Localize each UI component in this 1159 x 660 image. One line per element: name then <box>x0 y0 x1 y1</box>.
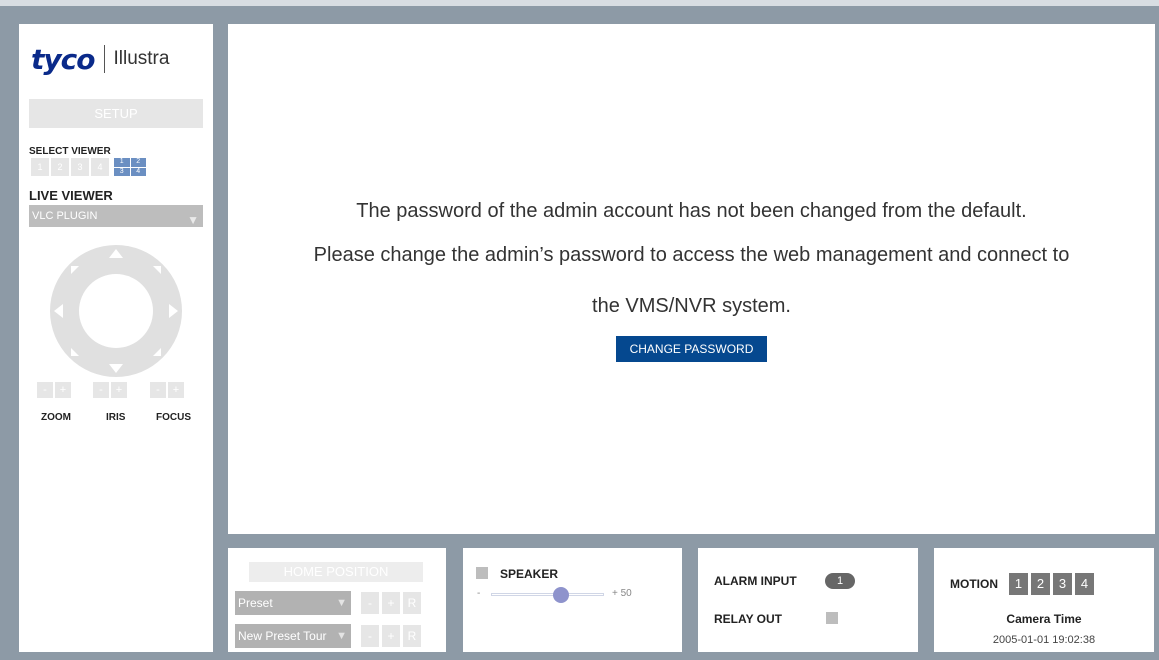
sidebar: tyco Illustra SETUP SELECT VIEWER 1 2 3 … <box>19 24 213 652</box>
caret-down-icon: ▼ <box>336 597 347 609</box>
iris-open-button[interactable]: + <box>111 382 127 398</box>
live-viewer-value: VLC PLUGIN <box>32 210 98 222</box>
zoom-in-button[interactable]: + <box>55 382 71 398</box>
live-viewer-select[interactable]: VLC PLUGIN ▼ <box>29 205 203 227</box>
message-line-1: The password of the admin account has no… <box>356 200 1027 222</box>
viewer-button-1[interactable]: 1 <box>31 158 49 176</box>
logo-divider <box>104 45 106 73</box>
select-viewer-label: SELECT VIEWER <box>29 146 111 157</box>
motion-panel: MOTION 1 2 3 4 Camera Time 2005-01-01 19… <box>934 548 1154 652</box>
quad-cell-1: 1 <box>114 158 130 167</box>
viewer-selector: 1 2 3 4 1 2 3 4 <box>31 158 146 176</box>
focus-far-button[interactable]: + <box>168 382 184 398</box>
iris-label: IRIS <box>106 412 126 423</box>
quad-cell-2: 2 <box>130 158 146 167</box>
camera-time-label: Camera Time <box>1006 612 1082 626</box>
speaker-label: SPEAKER <box>500 567 559 581</box>
quad-cell-3: 3 <box>114 167 130 176</box>
setup-button[interactable]: SETUP <box>29 99 203 128</box>
preset-buttons: - + R <box>361 592 421 614</box>
change-password-button[interactable]: CHANGE PASSWORD <box>616 336 767 362</box>
preset-select-value: Preset <box>238 596 273 610</box>
speaker-checkbox[interactable] <box>476 567 488 579</box>
speaker-panel: SPEAKER - + 50 <box>463 548 682 652</box>
viewer-button-4[interactable]: 4 <box>91 158 109 176</box>
caret-down-icon: ▼ <box>187 213 199 227</box>
brand-logo: tyco Illustra <box>31 42 169 76</box>
preset-remove-button[interactable]: - <box>361 592 379 614</box>
viewer-button-3[interactable]: 3 <box>71 158 89 176</box>
message-line-2: Please change the admin’s password to ac… <box>313 244 1070 266</box>
volume-max-label: + 50 <box>612 588 632 599</box>
preset-add-button[interactable]: + <box>382 592 400 614</box>
motion-buttons: 1 2 3 4 <box>1009 573 1094 595</box>
ptz-control[interactable] <box>49 244 183 378</box>
volume-slider-thumb[interactable] <box>553 587 570 603</box>
home-position-button[interactable]: HOME POSITION <box>249 562 423 582</box>
preset-select[interactable]: Preset ▼ <box>235 591 351 615</box>
caret-down-icon: ▼ <box>336 630 347 642</box>
brand-product: Illustra <box>113 48 170 69</box>
zoom-controls: - + <box>37 382 71 398</box>
alarm-input-label: ALARM INPUT <box>714 574 797 588</box>
focus-label: FOCUS <box>156 412 191 423</box>
focus-controls: - + <box>150 382 184 398</box>
preset-reset-button[interactable]: R <box>403 592 421 614</box>
camera-time-value: 2005-01-01 19:02:38 <box>992 634 1096 646</box>
relay-out-checkbox[interactable] <box>826 612 838 624</box>
main-content: The password of the admin account has no… <box>228 24 1155 534</box>
brand-name: tyco <box>31 42 95 76</box>
preset-panel: HOME POSITION Preset ▼ - + R New Preset … <box>228 548 446 652</box>
viewer-button-2[interactable]: 2 <box>51 158 69 176</box>
zoom-label: ZOOM <box>41 412 71 423</box>
motion-button-3[interactable]: 3 <box>1053 573 1072 595</box>
message-line-3: the VMS/NVR system. <box>592 295 791 317</box>
top-border <box>0 0 1159 6</box>
motion-button-4[interactable]: 4 <box>1075 573 1094 595</box>
tour-buttons: - + R <box>361 625 421 647</box>
tour-remove-button[interactable]: - <box>361 625 379 647</box>
live-viewer-label: LIVE VIEWER <box>29 188 113 203</box>
alarm-input-badge: 1 <box>825 573 855 589</box>
motion-label: MOTION <box>950 577 998 591</box>
focus-near-button[interactable]: - <box>150 382 166 398</box>
volume-min-label: - <box>477 588 481 599</box>
volume-slider[interactable] <box>491 593 604 596</box>
tour-add-button[interactable]: + <box>382 625 400 647</box>
preset-tour-select-value: New Preset Tour <box>238 629 327 643</box>
iris-close-button[interactable]: - <box>93 382 109 398</box>
ptz-center <box>79 274 153 348</box>
quad-cell-4: 4 <box>130 167 146 176</box>
tour-reset-button[interactable]: R <box>403 625 421 647</box>
preset-tour-select[interactable]: New Preset Tour ▼ <box>235 624 351 648</box>
relay-out-label: RELAY OUT <box>714 612 783 626</box>
iris-controls: - + <box>93 382 127 398</box>
motion-button-2[interactable]: 2 <box>1031 573 1050 595</box>
zoom-out-button[interactable]: - <box>37 382 53 398</box>
io-panel: ALARM INPUT 1 RELAY OUT <box>698 548 918 652</box>
motion-button-1[interactable]: 1 <box>1009 573 1028 595</box>
viewer-quad-button[interactable]: 1 2 3 4 <box>114 158 146 176</box>
